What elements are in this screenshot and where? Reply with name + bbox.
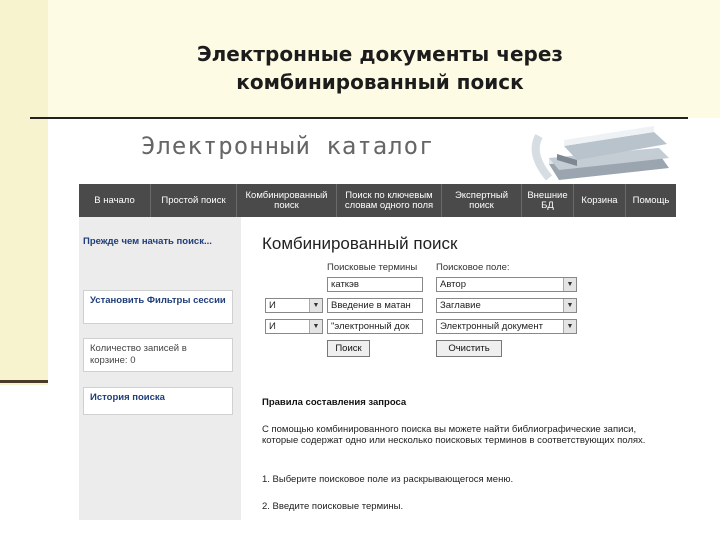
slide-divider: [30, 117, 688, 119]
sidebar-cart-count: Количество записей в корзине: 0: [83, 338, 233, 372]
slide-left-rule: [0, 380, 48, 383]
chevron-down-icon: ▼: [309, 320, 322, 333]
sidebar-set-filters-link[interactable]: Установить Фильтры сессии: [83, 290, 233, 324]
slide-left-band: [0, 0, 48, 385]
search-field-select-2[interactable]: Заглавие ▼: [436, 298, 577, 313]
nav-combined-search[interactable]: Комбинированный поиск: [237, 184, 337, 217]
chevron-down-icon: ▼: [309, 299, 322, 312]
rules-step-1: 1. Выберите поисковое поле из раскрывающ…: [262, 474, 514, 485]
search-field-label: Поисковое поле:: [436, 262, 510, 273]
nav-cart[interactable]: Корзина: [574, 184, 626, 217]
nav-home[interactable]: В начало: [79, 184, 151, 217]
slide-title-line-1: Электронные документы через: [196, 42, 564, 66]
site-title: Электронный каталог: [141, 132, 435, 160]
books-icon: [531, 126, 669, 181]
slide-title: Электронные документы через комбинирован…: [60, 40, 700, 96]
nav-help[interactable]: Помощь: [626, 184, 676, 217]
slide-title-line-2: комбинированный поиск: [236, 70, 524, 94]
nav-expert-search[interactable]: Экспертный поиск: [442, 184, 522, 217]
search-page-title: Комбинированный поиск: [262, 234, 458, 253]
rules-step-2: 2. Введите поисковые термины.: [262, 501, 404, 512]
site-header: Электронный каталог: [79, 122, 676, 184]
chevron-down-icon: ▼: [563, 320, 576, 333]
chevron-down-icon: ▼: [563, 299, 576, 312]
nav-external-db[interactable]: Внешние БД: [522, 184, 574, 217]
search-term-input-2[interactable]: Введение в матан: [327, 298, 423, 313]
nav-simple-search[interactable]: Простой поиск: [151, 184, 237, 217]
boolean-operator-select-3[interactable]: И ▼: [265, 319, 323, 334]
rules-title: Правила составления запроса: [262, 397, 407, 408]
search-term-input-3[interactable]: "электронный док: [327, 319, 423, 334]
clear-button[interactable]: Очистить: [436, 340, 502, 357]
nav-keyword-search[interactable]: Поиск по ключевым словам одного поля: [337, 184, 442, 217]
main-nav: В начало Простой поиск Комбинированный п…: [79, 184, 676, 217]
boolean-operator-select-2[interactable]: И ▼: [265, 298, 323, 313]
sidebar-search-history-link[interactable]: История поиска: [83, 387, 233, 415]
search-field-select-1[interactable]: Автор ▼: [436, 277, 577, 292]
search-field-select-3[interactable]: Электронный документ ▼: [436, 319, 577, 334]
search-button[interactable]: Поиск: [327, 340, 370, 357]
search-term-input-1[interactable]: каткэв: [327, 277, 423, 292]
sidebar-before-you-start-link[interactable]: Прежде чем начать поиск...: [83, 236, 233, 248]
search-terms-label: Поисковые термины: [327, 262, 418, 273]
chevron-down-icon: ▼: [563, 278, 576, 291]
rules-intro: С помощью комбинированного поиска вы мож…: [262, 424, 646, 446]
